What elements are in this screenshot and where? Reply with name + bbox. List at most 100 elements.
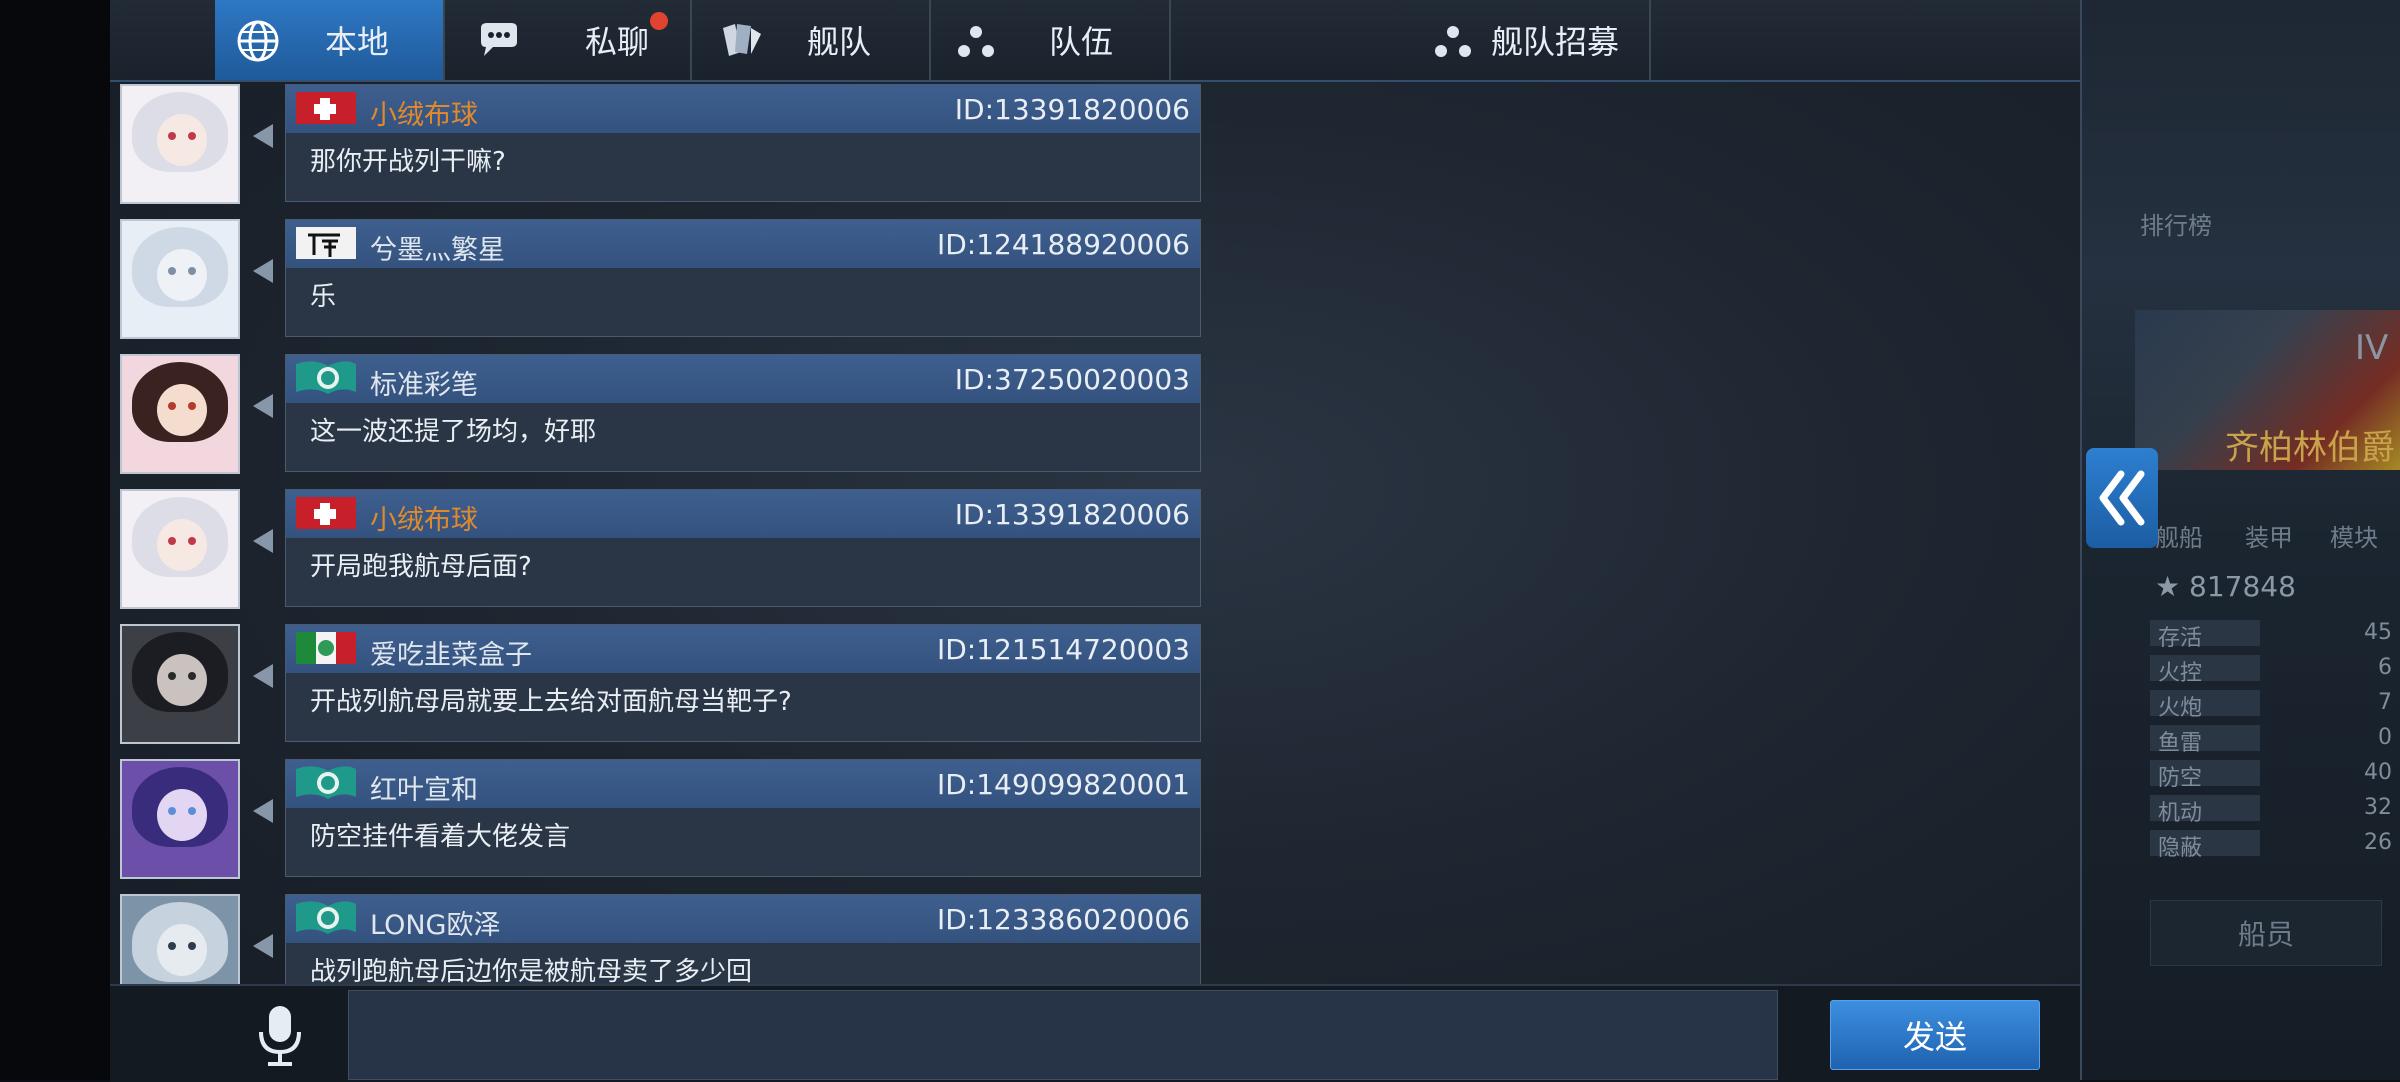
sender-name[interactable]: 红叶宣和 bbox=[370, 768, 478, 807]
chat-tab-bar: 本地 私聊 舰队 队伍 舰队招募 bbox=[110, 0, 2080, 82]
chat-message: 爱吃韭菜盒子 ID:121514720003 开战列航母局就要上去给对面航母当靶子? bbox=[110, 624, 1210, 748]
tab-private-label: 私聊 bbox=[585, 23, 650, 61]
message-bubble: 爱吃韭菜盒子 ID:121514720003 开战列航母局就要上去给对面航母当靶子? bbox=[285, 624, 1201, 742]
input-bar: 发送 bbox=[110, 984, 2080, 1082]
leaderboard-label[interactable]: 排行榜 bbox=[2140, 206, 2212, 241]
double-chevron-left-icon bbox=[2099, 470, 2145, 526]
green-emblem-flag-icon bbox=[294, 763, 358, 803]
stat-value: 40 bbox=[2364, 760, 2392, 785]
tab-fleet-recruit[interactable]: 舰队招募 bbox=[1171, 0, 1651, 80]
stat-value: 0 bbox=[2378, 725, 2392, 750]
avatar[interactable] bbox=[120, 219, 240, 339]
bubble-pointer bbox=[253, 124, 273, 148]
recruit-dots-icon bbox=[1435, 26, 1471, 57]
message-bubble: 小绒布球 ID:13391820006 开局跑我航母后面? bbox=[285, 489, 1201, 607]
sender-name[interactable]: 小绒布球 bbox=[370, 93, 478, 132]
message-bubble: 标准彩笔 ID:37250020003 这一波还提了场均，好耶 bbox=[285, 354, 1201, 472]
chat-message: 红叶宣和 ID:149099820001 防空挂件看着大佬发言 bbox=[110, 759, 1210, 883]
chat-panel: 本地 私聊 舰队 队伍 舰队招募 小绒布球 ID:13391820006 那你开… bbox=[110, 0, 2082, 1082]
left-black-strip bbox=[0, 0, 110, 1080]
bubble-pointer bbox=[253, 394, 273, 418]
sender-id: ID:37250020003 bbox=[954, 363, 1190, 396]
avatar[interactable] bbox=[120, 759, 240, 879]
message-header: 小绒布球 ID:13391820006 bbox=[286, 490, 1200, 538]
chat-message: 小绒布球 ID:13391820006 开局跑我航母后面? bbox=[110, 489, 1210, 613]
bubble-pointer bbox=[253, 529, 273, 553]
message-header: 爱吃韭菜盒子 ID:121514720003 bbox=[286, 625, 1200, 673]
crew-button[interactable]: 船员 bbox=[2150, 900, 2382, 966]
power-number: 817848 bbox=[2189, 570, 2296, 603]
sender-id: ID:121514720003 bbox=[936, 633, 1190, 666]
stat-value: 7 bbox=[2378, 690, 2392, 715]
tab-local-label: 本地 bbox=[325, 23, 390, 61]
tab-local[interactable]: 本地 bbox=[215, 0, 445, 80]
microphone-button[interactable] bbox=[250, 1004, 310, 1068]
ship-tier: IV bbox=[2355, 328, 2389, 368]
message-text: 乐 bbox=[310, 282, 337, 312]
sender-id: ID:13391820006 bbox=[954, 93, 1190, 126]
message-header: 红叶宣和 ID:149099820001 bbox=[286, 760, 1200, 808]
message-header: 兮墨灬繁星 ID:124188920006 bbox=[286, 220, 1200, 268]
chat-message: 小绒布球 ID:13391820006 那你开战列干嘛? bbox=[110, 84, 1210, 208]
stat-label: 机动 bbox=[2158, 801, 2203, 826]
sender-id: ID:149099820001 bbox=[936, 768, 1190, 801]
stat-label: 火炮 bbox=[2158, 696, 2203, 721]
module-tab[interactable]: 模块 bbox=[2330, 518, 2378, 553]
microphone-icon bbox=[259, 1006, 301, 1066]
tricolor-flag-icon bbox=[294, 628, 358, 668]
sender-name[interactable]: LONG欧泽 bbox=[370, 903, 500, 942]
unread-badge bbox=[650, 12, 668, 30]
message-header: LONG欧泽 ID:123386020006 bbox=[286, 895, 1200, 943]
tab-team-label: 队伍 bbox=[1049, 23, 1114, 61]
message-text: 那你开战列干嘛? bbox=[310, 147, 506, 177]
sender-id: ID:124188920006 bbox=[936, 228, 1190, 261]
fleet-cards-icon bbox=[723, 24, 761, 56]
bubble-pointer bbox=[253, 664, 273, 688]
sender-name[interactable]: 爱吃韭菜盒子 bbox=[370, 633, 532, 672]
chat-message: 兮墨灬繁星 ID:124188920006 乐 bbox=[110, 219, 1210, 343]
green-emblem-flag-icon bbox=[294, 898, 358, 938]
message-bubble: 红叶宣和 ID:149099820001 防空挂件看着大佬发言 bbox=[285, 759, 1201, 877]
message-text: 开局跑我航母后面? bbox=[310, 552, 532, 582]
power-value: ★ 817848 bbox=[2155, 570, 2296, 603]
red-flag-icon bbox=[294, 88, 358, 128]
stat-value: 6 bbox=[2378, 655, 2392, 680]
stat-value: 26 bbox=[2364, 830, 2392, 855]
avatar[interactable] bbox=[120, 489, 240, 609]
green-emblem-flag-icon bbox=[294, 358, 358, 398]
stat-label: 隐蔽 bbox=[2158, 836, 2203, 861]
sender-name[interactable]: 兮墨灬繁星 bbox=[370, 228, 505, 267]
message-header: 小绒布球 ID:13391820006 bbox=[286, 85, 1200, 133]
star-icon: ★ bbox=[2155, 570, 2190, 603]
bubble-pointer bbox=[253, 799, 273, 823]
stat-label: 存活 bbox=[2158, 626, 2203, 651]
chat-input[interactable] bbox=[348, 990, 1778, 1080]
speech-bubble-icon bbox=[481, 23, 517, 56]
message-bubble: 兮墨灬繁星 ID:124188920006 乐 bbox=[285, 219, 1201, 337]
tab-fleet-label: 舰队 bbox=[807, 23, 872, 61]
avatar[interactable] bbox=[120, 84, 240, 204]
expand-panel-button[interactable] bbox=[2086, 448, 2158, 548]
bubble-pointer bbox=[253, 934, 273, 958]
stat-value: 32 bbox=[2364, 795, 2392, 820]
avatar[interactable] bbox=[120, 624, 240, 744]
armor-tab[interactable]: 装甲 bbox=[2245, 518, 2293, 553]
send-button[interactable]: 发送 bbox=[1830, 1000, 2040, 1070]
message-text: 战列跑航母后边你是被航母卖了多少回 bbox=[310, 957, 753, 987]
sender-name[interactable]: 标准彩笔 bbox=[370, 363, 478, 402]
globe-icon bbox=[237, 20, 279, 62]
stat-label: 防空 bbox=[2158, 766, 2203, 791]
bubble-pointer bbox=[253, 259, 273, 283]
stat-label: 鱼雷 bbox=[2158, 731, 2203, 756]
tab-fleet-recruit-label: 舰队招募 bbox=[1491, 23, 1620, 61]
avatar[interactable] bbox=[120, 354, 240, 474]
ship-tab[interactable]: 舰船 bbox=[2155, 518, 2203, 553]
tab-team[interactable]: 队伍 bbox=[931, 0, 1171, 80]
message-text: 这一波还提了场均，好耶 bbox=[310, 417, 597, 447]
tab-fleet[interactable]: 舰队 bbox=[692, 0, 931, 80]
message-text: 开战列航母局就要上去给对面航母当靶子? bbox=[310, 687, 792, 717]
chat-message: 标准彩笔 ID:37250020003 这一波还提了场均，好耶 bbox=[110, 354, 1210, 478]
sender-name[interactable]: 小绒布球 bbox=[370, 498, 478, 537]
calligraphy-flag-icon bbox=[294, 223, 358, 263]
team-dots-icon bbox=[958, 26, 994, 57]
